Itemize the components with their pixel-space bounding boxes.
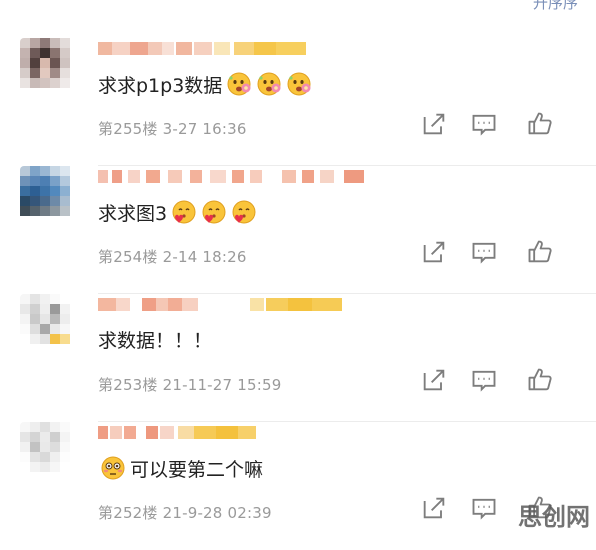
avatar[interactable] (20, 422, 74, 476)
emoji-group (224, 70, 314, 98)
heart-emoji-icon (172, 200, 196, 224)
like-icon[interactable] (526, 366, 554, 394)
flower-emoji-icon (257, 72, 281, 96)
flower-emoji-icon (227, 72, 251, 96)
flushed-emoji-icon (101, 456, 125, 480)
comment-meta: 第254楼 2-14 18:26 (98, 248, 247, 266)
reply-icon[interactable] (470, 494, 498, 522)
reply-icon[interactable] (470, 110, 498, 138)
comment-meta: 第255楼 3-27 16:36 (98, 120, 247, 138)
comment-item: 求求p1p3数据 第255楼 3-27 16:36 (0, 38, 596, 166)
avatar[interactable] (20, 166, 74, 220)
comment-meta: 第253楼 21-11-27 15:59 (98, 376, 282, 394)
reply-icon[interactable] (470, 238, 498, 266)
comment-meta: 第252楼 21-9-28 02:39 (98, 504, 272, 522)
comment-item: 求求图3 第254楼 2-14 18:26 (0, 166, 596, 294)
avatar[interactable] (20, 38, 74, 92)
heart-emoji-icon (202, 200, 226, 224)
flower-emoji-icon (287, 72, 311, 96)
share-icon[interactable] (420, 110, 448, 138)
like-icon[interactable] (526, 238, 554, 266)
share-icon[interactable] (420, 494, 448, 522)
comment-text: 求求图3 (98, 198, 259, 226)
comment-text: 可以要第二个嘛 (98, 454, 263, 482)
comment-text: 求求p1p3数据 (98, 70, 314, 98)
sort-label: 升序序 (532, 0, 578, 12)
comment-text: 求数据！！！ (98, 330, 213, 352)
reply-icon[interactable] (470, 366, 498, 394)
heart-emoji-icon (232, 200, 256, 224)
avatar[interactable] (20, 294, 74, 348)
share-icon[interactable] (420, 366, 448, 394)
like-icon[interactable] (526, 110, 554, 138)
comment-item: 可以要第二个嘛 第252楼 21-9-28 02:39 (0, 422, 596, 550)
emoji-group (98, 454, 128, 482)
comment-item: 求数据！！！ 第253楼 21-11-27 15:59 (0, 294, 596, 422)
watermark-logo: 思创网 (518, 503, 590, 531)
share-icon[interactable] (420, 238, 448, 266)
sort-toggle[interactable]: 升序序 (533, 0, 578, 13)
emoji-group (169, 198, 259, 226)
